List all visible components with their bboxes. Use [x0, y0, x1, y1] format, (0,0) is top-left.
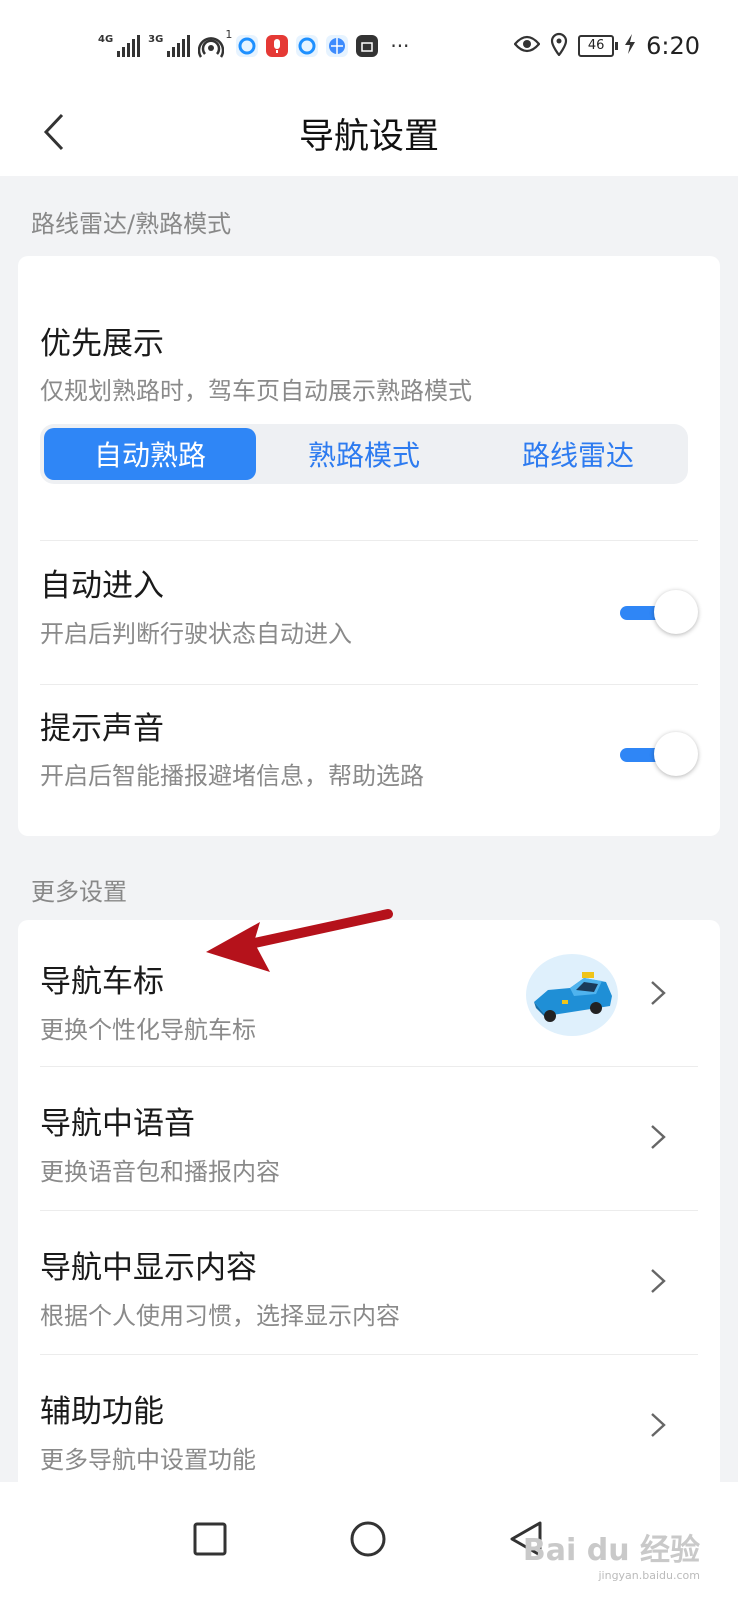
system-navigation-bar: Bai du 经验 jingyan.baidu.com — [0, 1482, 738, 1600]
watermark-brand: Bai du 经验 — [522, 1533, 700, 1568]
list-item-accessibility[interactable]: 辅助功能 更多导航中设置功能 — [18, 1354, 720, 1498]
battery-indicator: 46 — [578, 35, 619, 57]
store-app-icon — [356, 35, 379, 57]
section-label-more: 更多设置 — [31, 878, 127, 906]
location-icon — [550, 32, 568, 60]
list-item-title: 辅助功能 — [40, 1394, 164, 1430]
priority-title: 优先展示 — [40, 326, 164, 362]
sound-subtitle: 开启后智能播报避堵信息，帮助选路 — [40, 762, 424, 790]
network-type-3g: 3G — [148, 34, 164, 45]
clock: 6:20 — [646, 32, 700, 60]
more-notifications: ··· — [390, 34, 410, 58]
microphone-app-icon — [266, 35, 289, 57]
sound-title: 提示声音 — [40, 711, 164, 747]
chevron-right-icon — [651, 981, 666, 1005]
hotspot-count: 1 — [225, 28, 233, 41]
network-type-4g: 4G — [98, 34, 114, 45]
list-item-title: 导航车标 — [40, 964, 164, 1000]
auto-enter-title: 自动进入 — [40, 568, 164, 604]
priority-subtitle: 仅规划熟路时，驾车页自动展示熟路模式 — [40, 377, 472, 405]
auto-enter-subtitle: 开启后判断行驶状态自动进入 — [40, 620, 352, 648]
chevron-right-icon — [651, 1125, 666, 1149]
list-item-subtitle: 更多导航中设置功能 — [40, 1446, 256, 1474]
home-button[interactable] — [338, 1509, 398, 1569]
more-settings-card: 导航车标 更换个性化导航车标 导航中语音 更换语音包和播报内容 导航中显示内容 … — [18, 920, 720, 1510]
list-item-title: 导航中显示内容 — [40, 1250, 257, 1286]
eye-icon — [513, 34, 541, 58]
toggle-knob — [654, 732, 698, 776]
list-item-voice[interactable]: 导航中语音 更换语音包和播报内容 — [18, 1066, 720, 1210]
status-right: 46 6:20 — [513, 28, 700, 64]
car-icon-thumbnail — [526, 954, 618, 1036]
status-bar: 4G 3G 1 ··· 46 6:20 — [0, 0, 738, 90]
browser-app-icon — [326, 35, 349, 57]
divider — [40, 540, 698, 541]
status-left: 4G 3G 1 ··· — [98, 28, 410, 62]
title-bar: 导航设置 — [0, 90, 738, 176]
option-route-radar[interactable]: 路线雷达 — [472, 428, 684, 480]
divider — [40, 684, 698, 685]
list-item-subtitle: 根据个人使用习惯，选择显示内容 — [40, 1302, 400, 1330]
app-notify-icon-1 — [236, 35, 259, 57]
signal-4g-icon: 4G — [98, 34, 141, 57]
priority-segmented-control: 自动熟路 熟路模式 路线雷达 — [40, 424, 688, 484]
square-icon — [193, 1522, 227, 1556]
option-auto-familiar[interactable]: 自动熟路 — [44, 428, 256, 480]
list-item-display-content[interactable]: 导航中显示内容 根据个人使用习惯，选择显示内容 — [18, 1210, 720, 1354]
sound-toggle[interactable] — [614, 732, 698, 778]
toggle-knob — [654, 590, 698, 634]
list-item-subtitle: 更换个性化导航车标 — [40, 1016, 256, 1044]
hotspot-icon: 1 — [198, 28, 232, 58]
route-settings-card: 优先展示 仅规划熟路时，驾车页自动展示熟路模式 自动熟路 熟路模式 路线雷达 自… — [18, 256, 720, 836]
watermark-site: jingyan.baidu.com — [598, 1569, 700, 1582]
app-notify-icon-2 — [296, 35, 319, 57]
auto-enter-toggle[interactable] — [614, 590, 698, 636]
option-familiar-mode[interactable]: 熟路模式 — [258, 428, 470, 480]
list-item-subtitle: 更换语音包和播报内容 — [40, 1158, 280, 1186]
page-title: 导航设置 — [298, 117, 439, 157]
section-label-route: 路线雷达/熟路模式 — [31, 210, 232, 238]
charging-icon — [624, 33, 636, 59]
circle-icon — [350, 1521, 386, 1557]
chevron-right-icon — [651, 1413, 666, 1437]
recent-apps-button[interactable] — [180, 1509, 240, 1569]
watermark: Bai du 经验 jingyan.baidu.com — [523, 1525, 700, 1582]
list-item-title: 导航中语音 — [40, 1106, 195, 1142]
signal-3g-icon: 3G — [148, 34, 191, 57]
annotation-arrow-icon — [206, 909, 393, 972]
chevron-right-icon — [651, 1269, 666, 1293]
taxi-car-icon — [534, 972, 612, 1022]
